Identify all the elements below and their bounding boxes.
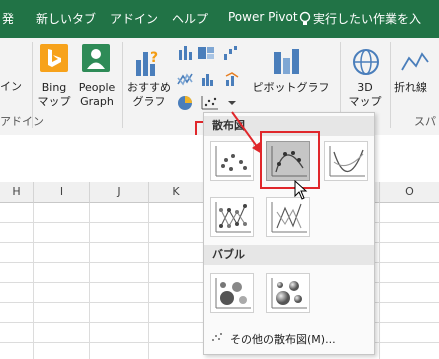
scatter-straight-lines-markers-option[interactable] — [210, 197, 254, 237]
scatter-small-icon — [210, 331, 224, 349]
tab-help[interactable]: ヘルプ — [172, 10, 208, 27]
people-graph-icon — [82, 44, 110, 72]
more-scatter-charts-menu-item[interactable]: その他の散布図(M)... — [210, 331, 370, 349]
combo-chart-icon[interactable] — [224, 70, 242, 91]
tab-addins[interactable]: アドイン — [110, 10, 158, 27]
recommended-charts-icon: ? — [136, 50, 158, 76]
grid-line — [89, 203, 90, 359]
bing-maps-button[interactable] — [38, 42, 70, 80]
bing-icon — [40, 44, 68, 72]
red-arrow-annotation — [228, 108, 268, 161]
pie-chart-icon[interactable] — [176, 94, 194, 115]
column-header-j[interactable]: J — [90, 182, 149, 203]
pivot-chart-label: ピボットグラフ — [252, 81, 330, 94]
pivot-chart-icon — [274, 49, 299, 74]
recommended-charts-label: おすすめ グラフ — [127, 81, 171, 108]
tell-me-search[interactable]: 実行したい作業を入 — [313, 10, 421, 27]
bubble-option[interactable] — [210, 273, 254, 313]
globe-icon — [353, 49, 379, 75]
tab-new[interactable]: 新しいタブ — [36, 10, 96, 27]
column-header-k[interactable]: K — [149, 182, 204, 203]
bing-maps-label: Bing マップ — [37, 81, 71, 108]
scatter-straight-lines-option[interactable] — [266, 197, 310, 237]
waterfall-chart-icon[interactable] — [222, 44, 240, 65]
bubble-icon — [215, 278, 251, 309]
group-separator — [390, 42, 391, 128]
3d-maps-label: 3D マップ — [348, 81, 382, 108]
group-separator — [122, 42, 123, 128]
tab-power-pivot[interactable]: Power Pivot — [228, 10, 298, 24]
ribbon-tab-bar: 発 新しいタブ アドイン ヘルプ Power Pivot 実行したい作業を入 — [0, 0, 439, 38]
scatter-straight-lines-icon — [271, 202, 307, 233]
sparkline-line-label: 折れ線 — [394, 81, 427, 94]
sparkline-line-button[interactable] — [400, 48, 430, 78]
column-header-o[interactable]: O — [380, 182, 439, 203]
group-label-sparklines: スパ — [414, 115, 436, 128]
grid-line — [33, 203, 34, 359]
scatter-smooth-lines-icon — [329, 146, 365, 177]
selected-option-highlight — [260, 131, 320, 189]
svg-text:?: ? — [150, 50, 158, 66]
group-label-addins: アドイン — [0, 115, 44, 128]
tab-partial[interactable]: 発 — [2, 10, 14, 27]
section-header-bubble: バブル — [204, 245, 374, 265]
sparkline-icon — [401, 52, 429, 71]
hierarchy-chart-icon[interactable] — [196, 44, 218, 65]
scatter-straight-markers-icon — [215, 202, 251, 233]
grid-line — [148, 203, 149, 359]
3d-bubble-option[interactable] — [266, 273, 310, 313]
line-chart-icon[interactable] — [176, 70, 196, 91]
grid-line — [379, 203, 380, 359]
addin-partial-label: イン — [0, 80, 22, 93]
3d-maps-button[interactable] — [350, 46, 382, 80]
people-graph-label: People Graph — [78, 81, 116, 108]
lightbulb-icon — [299, 11, 311, 30]
column-header-i[interactable]: I — [34, 182, 90, 203]
more-scatter-charts-label: その他の散布図(M)... — [230, 333, 336, 346]
bar-chart-icon[interactable] — [177, 44, 197, 65]
group-separator — [32, 42, 33, 128]
mouse-cursor-icon — [294, 179, 308, 203]
statistic-chart-icon[interactable] — [200, 70, 220, 91]
pivot-chart-button[interactable] — [270, 46, 304, 80]
column-header-h[interactable]: H — [0, 182, 34, 203]
3d-bubble-icon — [271, 278, 307, 309]
recommended-charts-button[interactable]: ? — [133, 46, 165, 80]
people-graph-button[interactable] — [80, 42, 112, 80]
scatter-smooth-lines-option[interactable] — [324, 141, 368, 181]
